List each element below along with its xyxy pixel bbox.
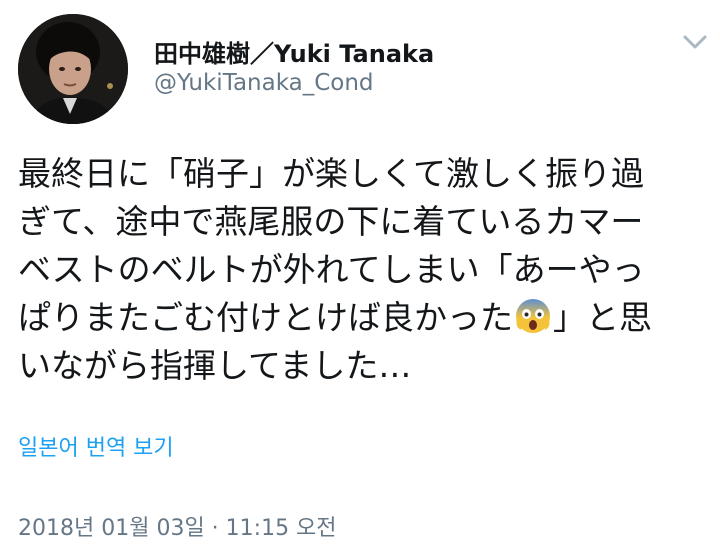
chevron-down-icon[interactable] xyxy=(680,30,710,54)
tweet-card: 田中雄樹／Yuki Tanaka @YukiTanaka_Cond 最終日に「硝… xyxy=(0,0,720,548)
translate-tweet-link[interactable]: 일본어 번역 보기 xyxy=(18,430,174,462)
tweet-timestamp[interactable]: 2018년 01월 03일 · 11:15 오전 xyxy=(18,510,337,542)
profile-photo-icon xyxy=(18,14,128,124)
username-handle[interactable]: @YukiTanaka_Cond xyxy=(154,70,374,96)
face-screaming-in-fear-icon xyxy=(513,295,553,335)
tweet-text-line: ぎて、途中で燕尾服の下に着ているカマー xyxy=(18,202,644,241)
tweet-text-segment: 」と思 xyxy=(553,298,652,337)
tweet-text-line: ぱりまたごむ付けとけば良かった 」と思 xyxy=(18,294,708,342)
display-name[interactable]: 田中雄樹／Yuki Tanaka xyxy=(154,34,434,69)
tweet-text-line: 最終日に「硝子」が楽しくて激しく振り過 xyxy=(18,154,645,193)
tweet-text-line: ベストのベルトが外れてしまい「あーやっ xyxy=(18,250,645,289)
tweet-text-line: いながら指揮してました… xyxy=(18,346,412,385)
avatar[interactable] xyxy=(18,14,128,124)
tweet-text: 最終日に「硝子」が楽しくて激しく振り過 ぎて、途中で燕尾服の下に着ているカマー … xyxy=(18,150,708,390)
tweet-text-segment: ぱりまたごむ付けとけば良かった xyxy=(18,298,513,337)
